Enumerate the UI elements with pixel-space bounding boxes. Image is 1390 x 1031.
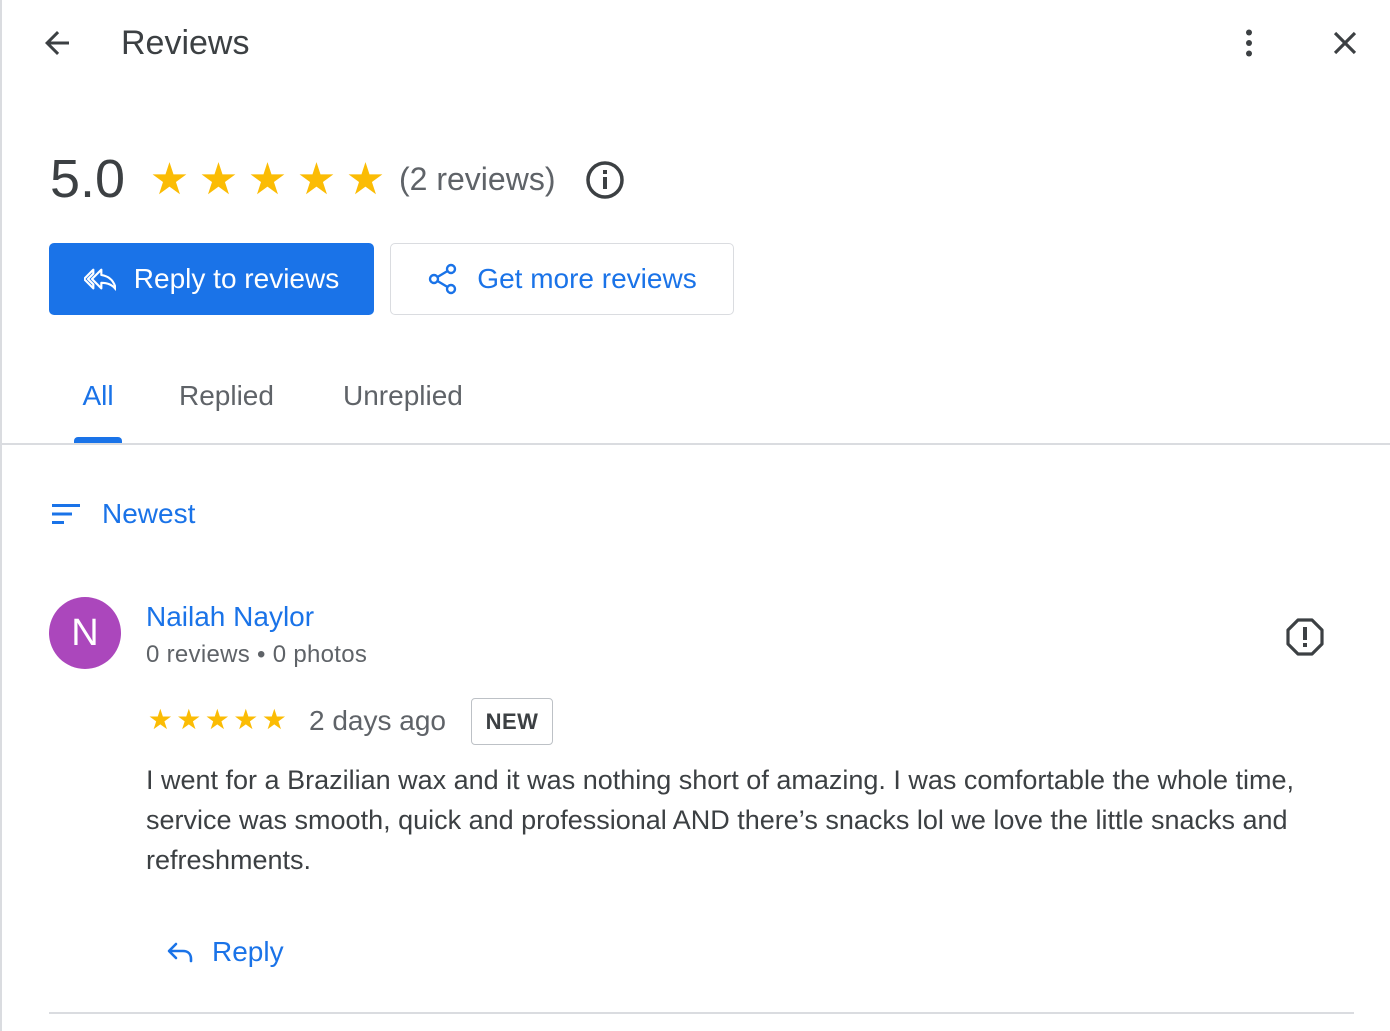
reviewer-meta: 0 reviews • 0 photos (146, 641, 368, 668)
review-count: (2 reviews) (399, 161, 556, 197)
review-divider (49, 1012, 1354, 1014)
more-vert-icon (1246, 29, 1252, 57)
star-icon: ★ (233, 704, 259, 735)
average-rating: 5.0 (50, 149, 126, 209)
new-badge: NEW (471, 698, 553, 745)
tab-all[interactable]: All (74, 375, 122, 445)
sort-label: Newest (102, 498, 196, 529)
tabs-divider (0, 443, 1390, 445)
report-review-button[interactable] (1282, 614, 1328, 660)
average-rating-stars: ★ ★ ★ ★ ★ (146, 156, 389, 204)
review-date: 2 days ago (309, 705, 446, 736)
reviewer-avatar[interactable]: N (49, 597, 121, 669)
star-icon: ★ (176, 704, 202, 735)
reply-to-reviews-label: Reply to reviews (133, 263, 340, 294)
tab-replied[interactable]: Replied (179, 375, 274, 445)
share-icon (429, 263, 457, 295)
review-text: I went for a Brazilian wax and it was no… (146, 765, 1295, 875)
tab-unreplied[interactable]: Unreplied (343, 375, 463, 445)
reviewer-name[interactable]: Nailah Naylor (146, 598, 314, 636)
get-more-reviews-label: Get more reviews (477, 263, 697, 294)
star-icon: ★ (204, 704, 230, 735)
close-icon (1333, 31, 1357, 55)
page-title: Reviews (121, 24, 250, 62)
back-button[interactable] (33, 21, 81, 65)
sort-icon (52, 504, 80, 524)
reply-icon (167, 942, 193, 963)
more-options-button[interactable] (1226, 20, 1272, 66)
arrow-back-icon (45, 31, 69, 55)
reply-to-reviews-button[interactable]: Reply to reviews (49, 243, 374, 315)
get-more-reviews-button[interactable]: Get more reviews (390, 243, 734, 315)
star-icon: ★ (198, 155, 239, 204)
report-icon (1286, 618, 1324, 656)
panel-left-edge (0, 0, 2, 1031)
reply-button[interactable]: Reply (160, 928, 288, 976)
star-icon: ★ (149, 155, 190, 204)
star-icon: ★ (247, 155, 288, 204)
reply-all-icon (83, 268, 116, 291)
star-icon: ★ (296, 155, 337, 204)
review-stars: ★ ★ ★ ★ ★ (146, 704, 289, 736)
star-icon: ★ (147, 704, 173, 735)
reply-label: Reply (212, 936, 284, 967)
star-icon: ★ (261, 704, 287, 735)
sort-button[interactable]: Newest (50, 490, 195, 538)
rating-info-button[interactable] (584, 159, 626, 201)
star-icon: ★ (345, 155, 386, 204)
close-button[interactable] (1322, 20, 1368, 66)
info-icon (586, 161, 624, 199)
